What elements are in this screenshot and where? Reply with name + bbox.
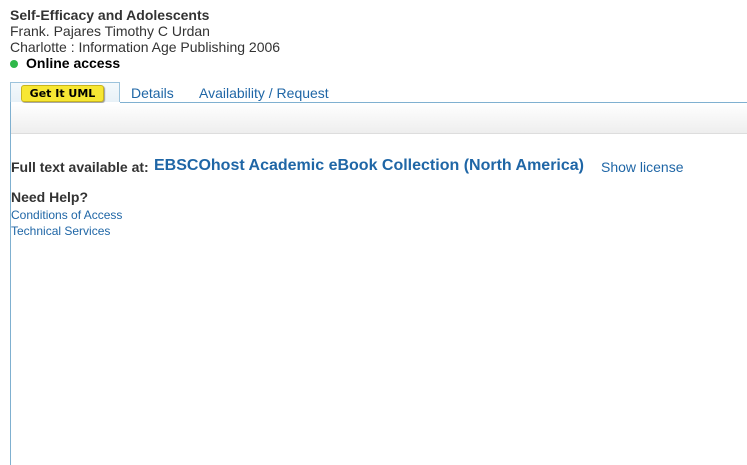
availability-status-label: Online access [26,55,121,71]
tab-strip: Get It UML Details Availability / Reques… [10,82,747,103]
record-view: Self-Efficacy and Adolescents Frank. Paj… [0,0,747,465]
tab-availability-request[interactable]: Availability / Request [199,85,329,101]
availability-status: Online access [10,55,120,71]
help-heading: Need Help? [11,189,89,205]
collection-link[interactable]: EBSCOhost Academic eBook Collection (Nor… [154,157,584,175]
fulltext-label: Full text available at: [11,159,149,175]
tab-details[interactable]: Details [131,85,174,101]
technical-services-link[interactable]: Technical Services [11,224,110,238]
show-license-link[interactable]: Show license [601,159,684,175]
panel-toolbar [11,103,747,134]
tab-getit[interactable]: Get It UML [10,82,120,102]
panel-border [10,102,11,465]
record-title: Self-Efficacy and Adolescents [10,7,210,23]
record-authors: Frank. Pajares Timothy C Urdan [10,23,210,39]
conditions-of-access-link[interactable]: Conditions of Access [11,208,122,222]
green-dot-icon [10,59,18,68]
record-publisher: Charlotte : Information Age Publishing 2… [10,39,281,55]
getit-uml-logo[interactable]: Get It UML [21,85,104,102]
